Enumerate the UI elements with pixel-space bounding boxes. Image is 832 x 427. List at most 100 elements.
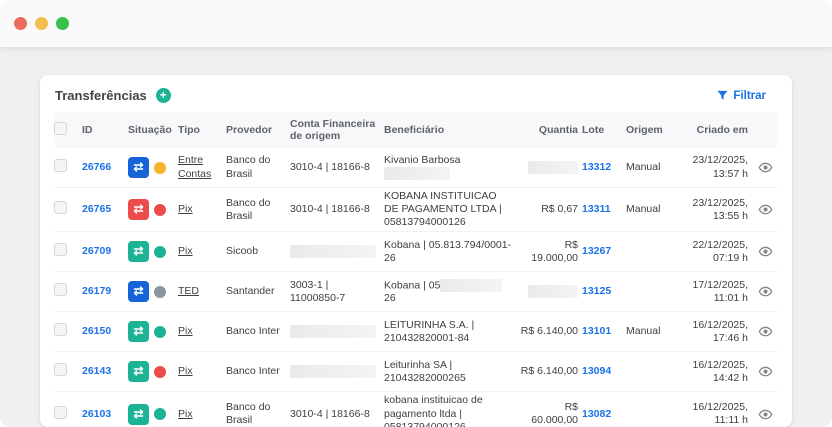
origin-cell	[626, 412, 670, 416]
origin-cell	[626, 370, 670, 374]
column-header-situacao: Situação	[128, 124, 172, 136]
column-header-tipo: Tipo	[178, 124, 200, 136]
batch-link[interactable]: 13082	[582, 406, 622, 423]
status-cell: ⇄	[128, 402, 174, 427]
status-dot	[154, 245, 166, 258]
add-transfer-button[interactable]: +	[155, 88, 171, 103]
transfer-type-link[interactable]: Pix	[178, 203, 193, 215]
transfer-type-link[interactable]: TED	[178, 285, 199, 297]
status-dot	[154, 325, 166, 338]
row-checkbox[interactable]	[54, 243, 67, 257]
row-checkbox[interactable]	[54, 363, 67, 377]
transfer-type-link[interactable]: Pix	[178, 408, 193, 420]
view-transfer-button[interactable]	[752, 158, 778, 177]
transfer-arrows-icon: ⇄	[128, 281, 149, 303]
transfer-arrows-icon: ⇄	[128, 403, 149, 425]
column-header-conta: Conta Financeira de origem	[290, 118, 376, 142]
transfer-arrows-icon: ⇄	[128, 361, 149, 383]
transfer-arrows-icon: ⇄	[128, 241, 149, 263]
provider-cell: Banco Inter	[226, 325, 280, 338]
table-row: 26150 ⇄ Pix Banco Inter LEITURINHA S.A. …	[54, 312, 778, 353]
row-checkbox[interactable]	[54, 201, 67, 215]
amount-cell: R$ 6.140,00	[520, 365, 578, 378]
transfer-type-link[interactable]: Entre Contas	[178, 154, 211, 179]
column-header-origem: Origem	[626, 124, 663, 136]
batch-link[interactable]: 13125	[582, 283, 622, 300]
minimize-window-button[interactable]	[35, 17, 48, 30]
beneficiary-cell: Leiturinha SA | 21043282000265	[384, 358, 466, 384]
view-transfer-button[interactable]	[752, 200, 778, 219]
transfer-type-link[interactable]: Pix	[178, 325, 193, 337]
batch-link[interactable]: 13311	[582, 201, 622, 218]
table-row: 26765 ⇄ Pix Banco do Brasil 3010-4 | 181…	[54, 188, 778, 233]
view-transfer-button[interactable]	[752, 405, 778, 424]
eye-icon	[758, 286, 772, 297]
filter-button[interactable]: Filtrar	[717, 90, 766, 102]
column-header-criado: Criado em	[696, 124, 748, 136]
row-checkbox[interactable]	[54, 323, 67, 337]
transfer-id-link[interactable]: 26179	[82, 283, 124, 300]
page-title: Transferências	[55, 88, 147, 103]
source-account-cell: 3010-4 | 18166-8	[290, 203, 370, 216]
beneficiary-cell: Kivanio Barbosa	[384, 152, 512, 183]
eye-icon	[758, 204, 772, 215]
created-at-cell: 16/12/2025, 14:42 h	[692, 358, 748, 384]
status-dot	[154, 285, 166, 298]
close-window-button[interactable]	[14, 17, 27, 30]
filter-icon	[717, 90, 728, 100]
created-at-cell: 16/12/2025, 17:46 h	[692, 318, 748, 344]
row-checkbox[interactable]	[54, 405, 67, 419]
amount-cell: R$ 19.000,00	[531, 238, 578, 264]
source-account-cell: 3010-4 | 18166-8	[290, 160, 370, 173]
transfer-type-link[interactable]: Pix	[178, 365, 193, 377]
provider-cell: Santander	[226, 285, 275, 298]
transfer-id-link[interactable]: 26150	[82, 323, 124, 340]
view-transfer-button[interactable]	[752, 362, 778, 381]
row-checkbox[interactable]	[54, 283, 67, 297]
transfer-id-link[interactable]: 26103	[82, 406, 124, 423]
origin-cell: Manual	[626, 203, 661, 216]
transfers-table: ID Situação Tipo Provedor Conta Financei…	[40, 112, 792, 427]
table-row: 26766 ⇄ Entre Contas Banco do Brasil 301…	[54, 148, 778, 188]
provider-cell: Banco do Brasil	[226, 196, 271, 222]
view-transfer-button[interactable]	[752, 282, 778, 301]
batch-link[interactable]: 13312	[582, 159, 622, 176]
select-all-checkbox[interactable]	[54, 122, 67, 135]
amount-cell: R$ 60.000,00	[531, 400, 578, 427]
status-cell: ⇄	[128, 279, 174, 304]
beneficiary-cell: kobana instituicao de pagamento ltda | 0…	[384, 394, 483, 427]
batch-link[interactable]: 13101	[582, 323, 622, 340]
eye-icon	[758, 409, 772, 419]
view-transfer-button[interactable]	[752, 242, 778, 261]
eye-icon	[758, 326, 772, 337]
batch-link[interactable]: 13267	[582, 243, 622, 260]
status-dot	[154, 408, 166, 421]
transfer-id-link[interactable]: 26143	[82, 363, 124, 380]
source-account-cell	[290, 323, 380, 340]
browser-window: Transferências + Filtrar ID Situação Tip…	[0, 0, 832, 427]
status-cell: ⇄	[128, 319, 174, 344]
source-account-cell	[290, 363, 380, 380]
table-header-row: ID Situação Tipo Provedor Conta Financei…	[54, 112, 778, 148]
provider-cell: Banco Inter	[226, 365, 280, 378]
table-row: 26179 ⇄ TED Santander 3003-1 | 11000850-…	[54, 272, 778, 313]
column-header-id: ID	[82, 124, 93, 136]
origin-cell	[626, 250, 670, 254]
row-checkbox[interactable]	[54, 158, 67, 172]
status-cell: ⇄	[128, 239, 174, 264]
source-account-cell: 3010-4 | 18166-8	[290, 407, 370, 420]
view-transfer-button[interactable]	[752, 322, 778, 341]
created-at-cell: 16/12/2025, 11:11 h	[692, 400, 748, 427]
batch-link[interactable]: 13094	[582, 363, 622, 380]
transfer-type-link[interactable]: Pix	[178, 245, 193, 257]
transfer-id-link[interactable]: 26765	[82, 201, 124, 218]
transfer-id-link[interactable]: 26709	[82, 243, 124, 260]
table-row: 26709 ⇄ Pix Sicoob Kobana | 05.813.794/0…	[54, 232, 778, 273]
column-header-provedor: Provedor	[226, 124, 273, 136]
eye-icon	[758, 162, 772, 173]
amount-cell	[516, 283, 578, 300]
provider-cell: Banco do Brasil	[226, 154, 271, 180]
column-header-quantia: Quantia	[538, 124, 578, 136]
transfer-id-link[interactable]: 26766	[82, 159, 124, 176]
zoom-window-button[interactable]	[56, 17, 69, 30]
